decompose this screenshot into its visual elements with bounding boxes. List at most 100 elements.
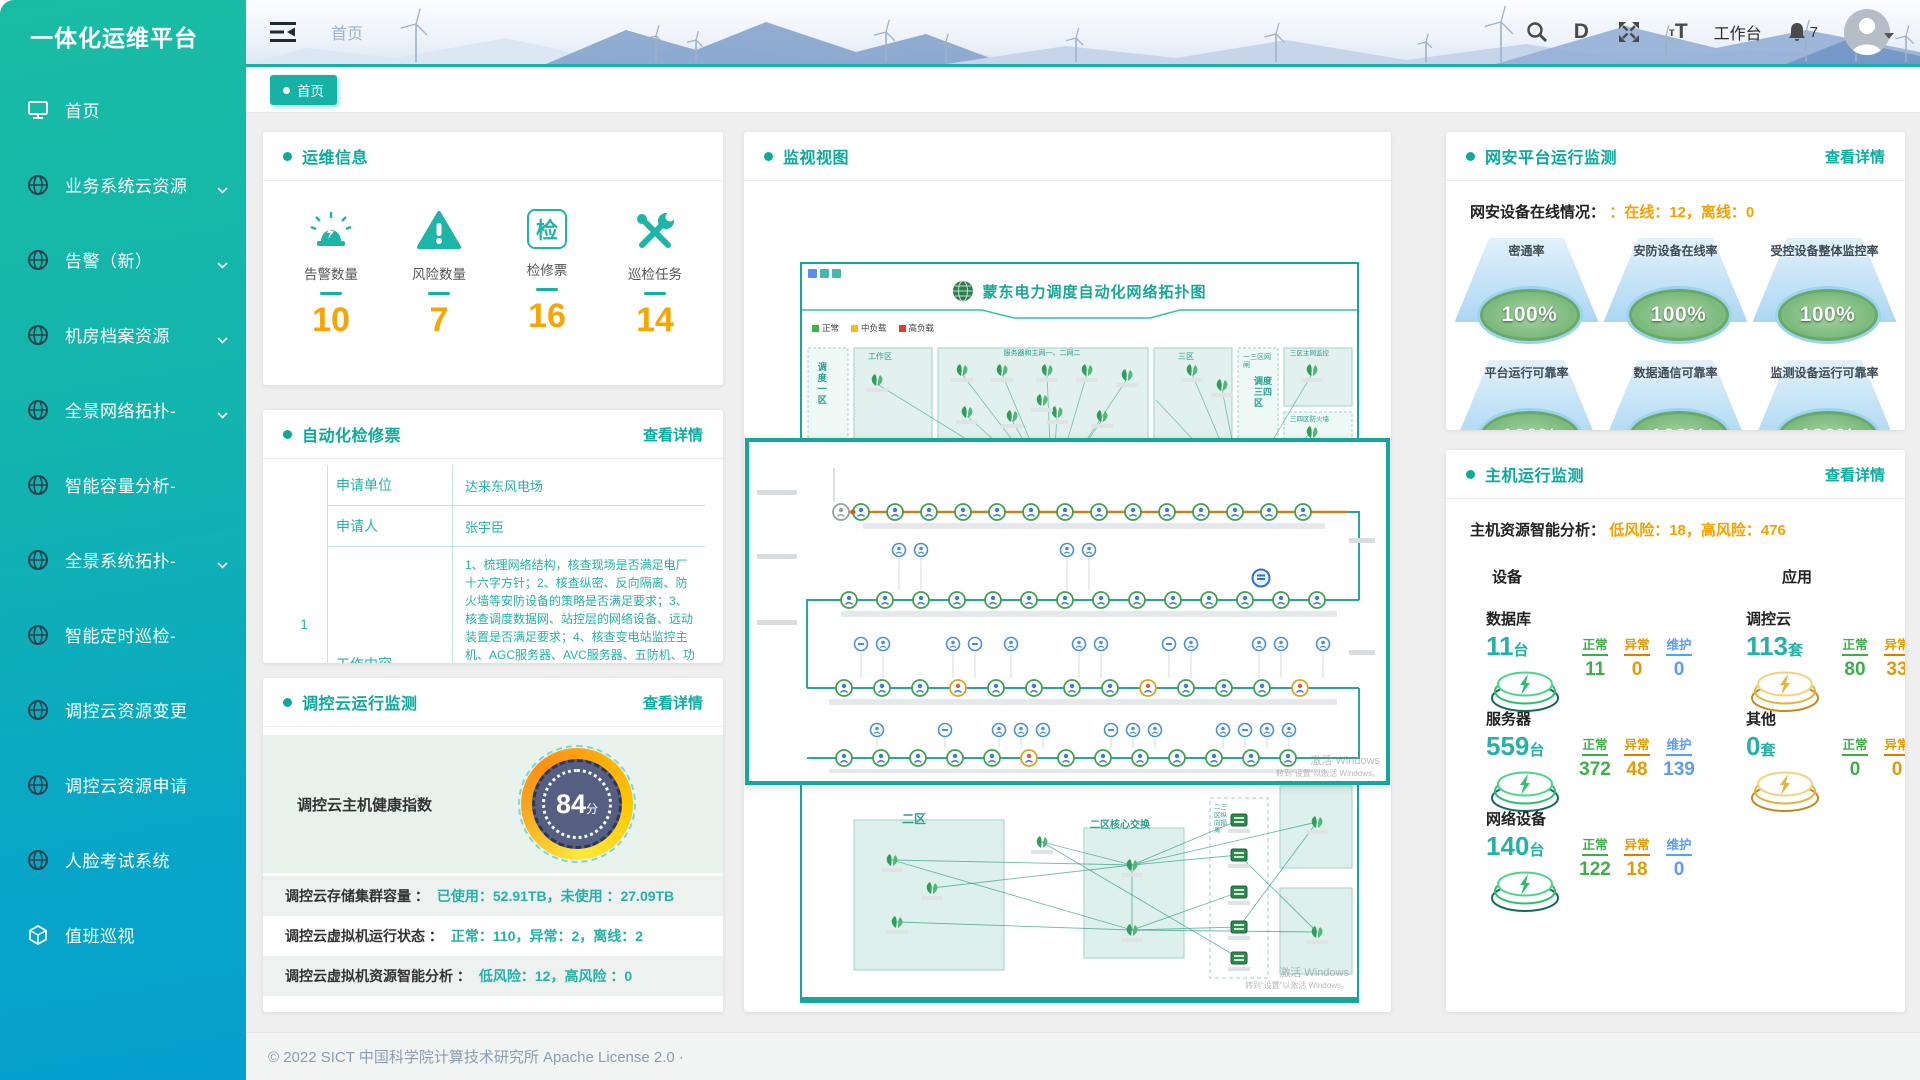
sidebar-item-label: 智能容量分析- bbox=[65, 472, 176, 497]
workbench-link[interactable]: 工作台 bbox=[1714, 20, 1762, 44]
ops-stats: 告警数量 10 风险数量 7 检 检修票 16 巡检任务 14 bbox=[263, 181, 723, 340]
stat-dash bbox=[428, 292, 450, 295]
stat-normal-label: 正常 bbox=[1842, 634, 1867, 656]
cloud-monitor-card: 调控云运行监测 查看详情 调控云主机健康指数 84 分 调控云存储集群容量 ： … bbox=[263, 678, 723, 1012]
auto-tickets-card: 自动化检修票 查看详情 1 申请单位 达来东风电场 申请人 张宇臣 工作内容 1… bbox=[263, 410, 723, 663]
host-block-network: 网络设备 140台 正常122 异常18 维护0 bbox=[1486, 808, 1698, 919]
globe-icon bbox=[26, 623, 50, 647]
stat-normal-label: 正常 bbox=[1842, 734, 1867, 756]
fullscreen-icon[interactable] bbox=[1615, 18, 1643, 46]
card-dot bbox=[1466, 470, 1475, 479]
sidebar-item-alerts[interactable]: 告警（新） bbox=[0, 222, 246, 297]
analysis-value: 低风险：18，高风险：476 bbox=[1609, 522, 1786, 539]
doc-icon[interactable]: D bbox=[1574, 20, 1589, 44]
topology-detail-image[interactable]: 激活 Windows转到“设置”以激活 Windows。 bbox=[745, 438, 1390, 785]
sidebar: 一体化运维平台 首页 业务系统云资源 告警（新） 机房档案资源 全景网络拓扑- bbox=[0, 0, 246, 1080]
stat-abnormal-label: 异常 bbox=[1624, 734, 1649, 756]
stat-dash bbox=[320, 292, 342, 295]
sidebar-item-room-archive[interactable]: 机房档案资源 bbox=[0, 297, 246, 372]
breadcrumb[interactable]: 首页 bbox=[331, 20, 363, 44]
sidebar-item-network-topology[interactable]: 全景网络拓扑- bbox=[0, 372, 246, 447]
collapse-menu-icon[interactable] bbox=[270, 22, 297, 42]
globe-icon bbox=[26, 848, 50, 872]
sidebar-item-scheduled-inspection[interactable]: 智能定时巡检- bbox=[0, 597, 246, 672]
host-monitor-card: 主机运行监测 查看详情 主机资源智能分析： 低风险：18，高风险：476 设备 … bbox=[1446, 450, 1905, 1012]
table-row: 工作内容 1、梳理网络结构，核查现场是否满足电厂十六字方针；2、核查纵密、反向隔… bbox=[328, 547, 705, 663]
view-detail-link[interactable]: 查看详情 bbox=[1825, 146, 1885, 167]
power-ring-icon bbox=[1486, 762, 1564, 814]
sidebar-item-face-exam[interactable]: 人脸考试系统 bbox=[0, 822, 246, 897]
stat-alarm: 告警数量 10 bbox=[281, 209, 381, 340]
cloud-row: 调控云虚拟机资源智能分析 ： 低风险：12，高风险 ：0 bbox=[263, 956, 723, 996]
block-name: 调控云 bbox=[1746, 608, 1905, 629]
row-label: 调控云存储集群容量 ： bbox=[285, 886, 429, 906]
card-dot bbox=[764, 152, 773, 161]
gauge-value: 100% bbox=[1775, 286, 1881, 344]
sidebar-item-home[interactable]: 首页 bbox=[0, 72, 246, 147]
status-value: ：在线：12，离线：0 bbox=[1609, 204, 1754, 221]
notification-count: 7 bbox=[1810, 24, 1818, 41]
host-analysis-line: 主机资源智能分析： 低风险：18，高风险：476 bbox=[1446, 499, 1905, 542]
stat-abnormal-value: 33 bbox=[1880, 659, 1905, 681]
power-ring-icon bbox=[1746, 762, 1824, 814]
stat-maintain-value: 139 bbox=[1662, 759, 1696, 781]
main-content: 运维信息 告警数量 10 风险数量 7 检 检修票 16 bbox=[246, 112, 1920, 1032]
sidebar-item-cloud-resource[interactable]: 业务系统云资源 bbox=[0, 147, 246, 222]
sidebar-item-label: 业务系统云资源 bbox=[65, 172, 188, 197]
health-gauge: 84 分 bbox=[521, 748, 633, 860]
topology-toolbar bbox=[808, 269, 841, 278]
block-count: 113 bbox=[1746, 631, 1788, 661]
sidebar-item-system-topology[interactable]: 全景系统拓扑- bbox=[0, 522, 246, 597]
sidebar-item-resource-apply[interactable]: 调控云资源申请 bbox=[0, 747, 246, 822]
ticket-table: 1 申请单位 达来东风电场 申请人 张宇臣 工作内容 1、梳理网络结构，核查现场… bbox=[281, 465, 705, 663]
sidebar-item-label: 机房档案资源 bbox=[65, 322, 170, 347]
sidebar-item-resource-change[interactable]: 调控云资源变更 bbox=[0, 672, 246, 747]
block-unit: 套 bbox=[1788, 642, 1803, 659]
sidebar-item-label: 告警（新） bbox=[65, 247, 153, 272]
gauge-cell: 受控设备整体监控率100% bbox=[1750, 234, 1899, 346]
gauge-cell: 密通率100% bbox=[1452, 234, 1601, 346]
sidebar-item-capacity-analysis[interactable]: 智能容量分析- bbox=[0, 447, 246, 522]
notification-bell[interactable]: 7 bbox=[1788, 22, 1818, 42]
cloud-row: 调控云虚拟机运行状态 ： 正常：110，异常：2，离线：2 bbox=[263, 916, 723, 956]
view-detail-link[interactable]: 查看详情 bbox=[643, 424, 703, 445]
chevron-down-icon bbox=[217, 406, 228, 424]
stat-label: 检修票 bbox=[527, 259, 568, 279]
tab-home[interactable]: 首页 bbox=[270, 75, 337, 105]
stat-dash bbox=[644, 292, 666, 295]
gauge-value: 84 bbox=[556, 789, 586, 820]
sidebar-item-label: 调控云资源申请 bbox=[65, 772, 188, 797]
stat-value: 7 bbox=[430, 301, 449, 340]
chevron-down-icon bbox=[217, 256, 228, 274]
block-name: 数据库 bbox=[1486, 608, 1698, 629]
integrated-ops-platform: { "app": { "logo": "一体化运维平台" }, "sidebar… bbox=[0, 0, 1920, 1080]
footer: © 2022 SICT 中国科学院计算技术研究所 Apache License … bbox=[246, 1032, 1920, 1080]
font-size-icon[interactable]: тT bbox=[1669, 20, 1688, 44]
copyright-text: © 2022 SICT 中国科学院计算技术研究所 Apache License … bbox=[268, 1046, 684, 1067]
netsec-status-line: 网安设备在线情况： ：在线：12，离线：0 bbox=[1446, 181, 1905, 226]
avatar[interactable] bbox=[1844, 9, 1890, 55]
field-value: 1、梳理网络结构，核查现场是否满足电厂十六字方针；2、核查纵密、反向隔离、防火墙… bbox=[453, 547, 705, 663]
stat-maintain-label: 维护 bbox=[1666, 734, 1691, 756]
block-count: 11 bbox=[1486, 631, 1514, 661]
stat-normal-value: 11 bbox=[1578, 659, 1612, 681]
view-detail-link[interactable]: 查看详情 bbox=[1825, 464, 1885, 485]
stat-maintain-value: 0 bbox=[1662, 659, 1696, 681]
stat-ticket: 检 检修票 16 bbox=[497, 209, 597, 340]
avatar-dropdown-caret[interactable] bbox=[1884, 33, 1894, 39]
card-title: 主机运行监测 bbox=[1485, 462, 1584, 486]
search-icon[interactable] bbox=[1526, 21, 1548, 43]
gauge-label: 调控云主机健康指数 bbox=[297, 794, 432, 815]
globe-icon bbox=[26, 173, 50, 197]
stat-value: 10 bbox=[312, 301, 350, 340]
stat-abnormal-value: 18 bbox=[1620, 859, 1654, 881]
netsec-gauges: 密通率100% 安防设备在线率100% 受控设备整体监控率100% 平台运行可靠… bbox=[1446, 226, 1905, 430]
sidebar-item-duty-patrol[interactable]: 值班巡视 bbox=[0, 897, 246, 972]
stat-task: 巡检任务 14 bbox=[605, 209, 705, 340]
legend-midload: 中负载 bbox=[861, 322, 887, 334]
legend-normal: 正常 bbox=[822, 322, 839, 334]
sidebar-item-label: 智能定时巡检- bbox=[65, 622, 176, 647]
view-detail-link[interactable]: 查看详情 bbox=[643, 692, 703, 713]
block-name: 网络设备 bbox=[1486, 808, 1698, 829]
block-unit: 台 bbox=[1529, 742, 1544, 759]
